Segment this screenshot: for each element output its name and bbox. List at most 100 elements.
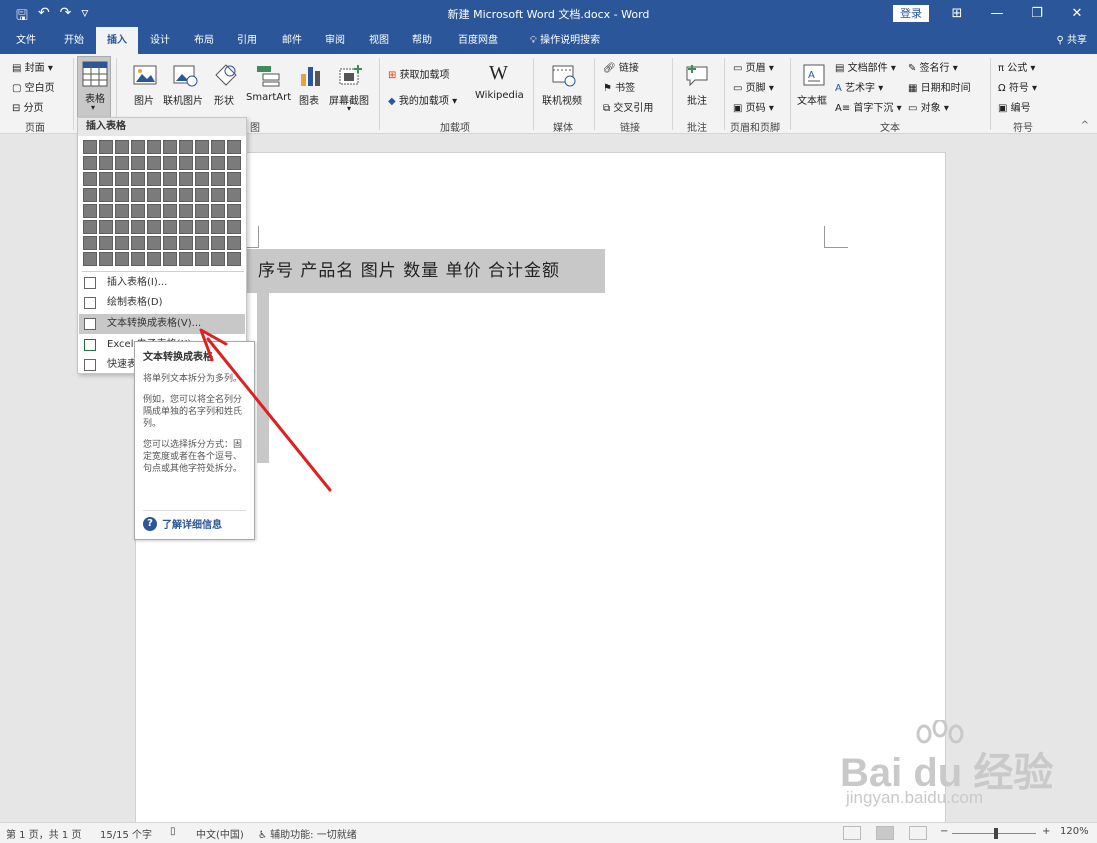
table-size-grid[interactable] [83, 140, 241, 266]
table-grid-cell[interactable] [179, 156, 193, 170]
table-grid-cell[interactable] [211, 220, 225, 234]
table-grid-cell[interactable] [211, 236, 225, 250]
login-button[interactable]: 登录 [893, 5, 929, 22]
zoom-slider-thumb[interactable] [994, 828, 998, 839]
cover-page-button[interactable]: ▤ 封面 ▾ [12, 59, 53, 74]
table-grid-cell[interactable] [115, 188, 129, 202]
table-grid-cell[interactable] [211, 172, 225, 186]
table-grid-cell[interactable] [227, 188, 241, 202]
wikipedia-button[interactable]: W Wikipedia [475, 62, 527, 112]
table-grid-cell[interactable] [195, 140, 209, 154]
table-grid-cell[interactable] [163, 236, 177, 250]
table-grid-cell[interactable] [115, 220, 129, 234]
tab-file[interactable]: 文件 [8, 27, 44, 54]
comment-button[interactable]: 批注 [682, 62, 712, 112]
table-grid-cell[interactable] [163, 204, 177, 218]
header-button[interactable]: ▭ 页眉 ▾ [733, 59, 774, 74]
language-indicator[interactable]: 中文(中国) [196, 826, 244, 841]
table-grid-cell[interactable] [211, 188, 225, 202]
table-grid-cell[interactable] [147, 252, 161, 266]
table-grid-cell[interactable] [227, 204, 241, 218]
table-grid-cell[interactable] [147, 236, 161, 250]
table-grid-cell[interactable] [147, 172, 161, 186]
table-grid-cell[interactable] [211, 252, 225, 266]
table-grid-cell[interactable] [131, 188, 145, 202]
table-grid-cell[interactable] [83, 236, 97, 250]
table-grid-cell[interactable] [99, 188, 113, 202]
tell-me-search[interactable]: 💡︎ 操作说明搜索 [520, 27, 610, 54]
tab-layout[interactable]: 布局 [186, 27, 222, 54]
date-time-button[interactable]: ▦ 日期和时间 [908, 79, 971, 94]
table-grid-cell[interactable] [131, 236, 145, 250]
table-grid-cell[interactable] [227, 236, 241, 250]
table-grid-cell[interactable] [131, 140, 145, 154]
tab-mailings[interactable]: 邮件 [274, 27, 310, 54]
zoom-level[interactable]: 120% [1060, 826, 1089, 837]
proofing-icon[interactable]: ▯ [170, 826, 176, 837]
table-grid-cell[interactable] [227, 252, 241, 266]
learn-more-link[interactable]: ? 了解详细信息 [143, 516, 222, 531]
minimize-icon[interactable]: — [977, 0, 1017, 27]
table-grid-cell[interactable] [115, 140, 129, 154]
share-button[interactable]: ⚲ 共享 [1056, 27, 1087, 54]
table-grid-cell[interactable] [83, 204, 97, 218]
table-grid-cell[interactable] [195, 236, 209, 250]
get-addins-button[interactable]: ⊞ 获取加载项 [388, 66, 450, 81]
table-grid-cell[interactable] [211, 140, 225, 154]
table-grid-cell[interactable] [227, 156, 241, 170]
blank-page-button[interactable]: ▢ 空白页 [12, 79, 55, 94]
web-layout-icon[interactable] [909, 826, 927, 840]
table-grid-cell[interactable] [163, 140, 177, 154]
table-grid-cell[interactable] [99, 252, 113, 266]
read-mode-icon[interactable] [843, 826, 861, 840]
symbol-button[interactable]: Ω 符号 ▾ [998, 79, 1037, 94]
table-grid-cell[interactable] [131, 204, 145, 218]
table-grid-cell[interactable] [163, 252, 177, 266]
quick-parts-button[interactable]: ▤ 文档部件 ▾ [835, 59, 896, 74]
word-count[interactable]: 15/15 个字 [100, 826, 152, 841]
tab-baidu-netdisk[interactable]: 百度网盘 [450, 27, 506, 54]
tab-home[interactable]: 开始 [56, 27, 92, 54]
bookmark-button[interactable]: ⚑ 书签 [603, 79, 635, 94]
table-grid-cell[interactable] [99, 236, 113, 250]
drop-cap-button[interactable]: A≡ 首字下沉 ▾ [835, 99, 902, 114]
signature-line-button[interactable]: ✎ 签名行 ▾ [908, 59, 958, 74]
table-grid-cell[interactable] [195, 204, 209, 218]
textbox-button[interactable]: A 文本框 [796, 62, 832, 116]
table-grid-cell[interactable] [147, 204, 161, 218]
table-grid-cell[interactable] [195, 220, 209, 234]
table-grid-cell[interactable] [163, 172, 177, 186]
picture-button[interactable]: 图片 [130, 62, 160, 112]
table-grid-cell[interactable] [147, 140, 161, 154]
table-grid-cell[interactable] [211, 204, 225, 218]
table-grid-cell[interactable] [179, 204, 193, 218]
my-addins-button[interactable]: ◆ 我的加载项 ▾ [388, 92, 457, 107]
table-grid-cell[interactable] [131, 252, 145, 266]
tab-help[interactable]: 帮助 [404, 27, 440, 54]
table-grid-cell[interactable] [227, 172, 241, 186]
table-grid-cell[interactable] [83, 220, 97, 234]
page-number-button[interactable]: ▣ 页码 ▾ [733, 99, 774, 114]
table-grid-cell[interactable] [99, 172, 113, 186]
table-grid-cell[interactable] [115, 156, 129, 170]
table-button[interactable]: 表格 ▾ [77, 56, 111, 118]
table-grid-cell[interactable] [115, 252, 129, 266]
online-picture-button[interactable]: 联机图片 [163, 62, 207, 112]
chart-button[interactable]: 图表 [297, 62, 325, 112]
table-grid-cell[interactable] [211, 156, 225, 170]
restore-icon[interactable]: ❐ [1017, 0, 1057, 27]
equation-button[interactable]: π 公式 ▾ [998, 59, 1035, 74]
zoom-out-button[interactable]: − [940, 826, 948, 837]
tab-insert[interactable]: 插入 [96, 27, 138, 54]
tab-review[interactable]: 审阅 [317, 27, 353, 54]
selected-text-line[interactable]: 序号 产品名 图片 数量 单价 合计金额 [245, 249, 605, 293]
tab-design[interactable]: 设计 [142, 27, 178, 54]
tab-references[interactable]: 引用 [229, 27, 265, 54]
screenshot-button[interactable]: 屏幕截图 ▾ [329, 62, 373, 120]
cross-reference-button[interactable]: ⧉ 交叉引用 [603, 99, 653, 114]
table-grid-cell[interactable] [131, 156, 145, 170]
accessibility-status[interactable]: ♿︎ 辅助功能: 一切就绪 [258, 826, 357, 841]
table-grid-cell[interactable] [147, 220, 161, 234]
menu-item-draw-table[interactable]: 绘制表格(D) [79, 293, 245, 313]
table-grid-cell[interactable] [99, 140, 113, 154]
